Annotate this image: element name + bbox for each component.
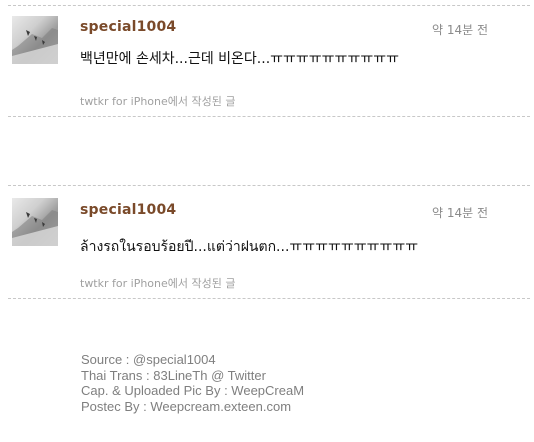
- divider: [8, 185, 530, 186]
- tweet-timestamp[interactable]: 약 14분 전: [432, 204, 488, 221]
- tweet-text: ล้างรถในรอบร้อยปี...แต่ว่าฝนตก...ㅠㅠㅠㅠㅠㅠㅠ…: [80, 239, 419, 255]
- divider: [8, 298, 530, 299]
- divider: [8, 5, 530, 6]
- credit-source: Source : @special1004: [81, 352, 216, 367]
- divider: [8, 116, 530, 117]
- credit-translator: Thai Trans : 83LineTh @ Twitter: [81, 367, 266, 383]
- credits-block: Source : @special1004 Thai Trans : 83Lin…: [81, 352, 304, 414]
- tweet-text: 백년만에 손세차...근데 비온다...ㅠㅠㅠㅠㅠㅠㅠㅠㅠㅠ: [80, 51, 399, 67]
- tweet-capture: special1004 약 14분 전 백년만에 손세차...근데 비온다...…: [0, 0, 534, 442]
- credit-poster: Postec By : Weepcream.exteen.com: [81, 398, 292, 414]
- avatar[interactable]: [12, 198, 58, 246]
- tweet-timestamp[interactable]: 약 14분 전: [432, 21, 488, 38]
- avatar[interactable]: [12, 16, 58, 64]
- credit-uploader: Cap. & Uploaded Pic By : WeepCreaM: [81, 383, 305, 398]
- tweet-source: twtkr for iPhone에서 작성된 글: [80, 277, 236, 290]
- username-link[interactable]: special1004: [80, 202, 176, 218]
- tweet-source: twtkr for iPhone에서 작성된 글: [80, 95, 236, 108]
- username-link[interactable]: special1004: [80, 19, 176, 35]
